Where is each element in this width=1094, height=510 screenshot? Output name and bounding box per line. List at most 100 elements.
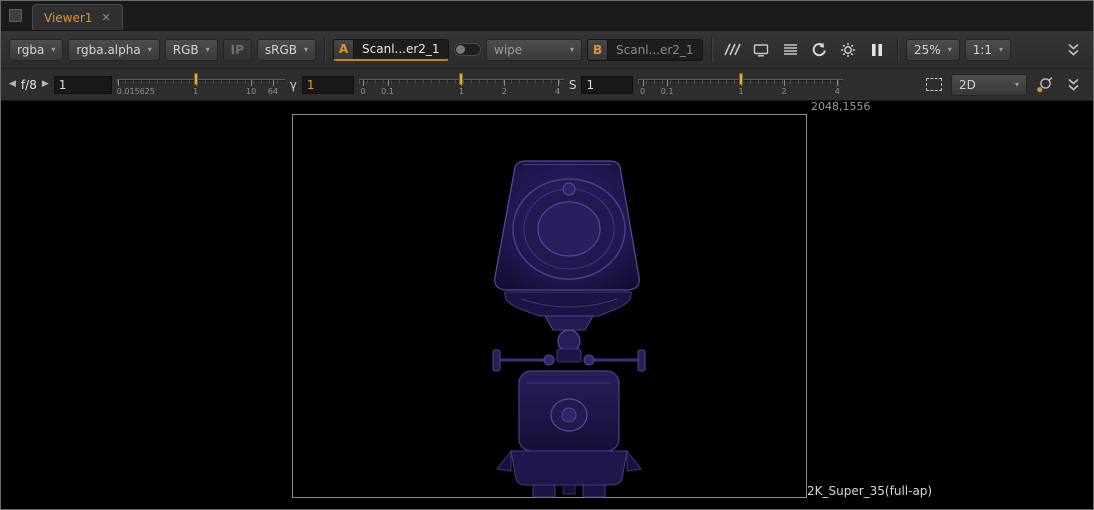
saturation-label: S xyxy=(569,78,577,92)
tick-label: 1 xyxy=(193,87,198,96)
channel-dropdown-label: rgba xyxy=(17,43,44,57)
chevron-down-icon: ▾ xyxy=(570,46,574,54)
b-input-group: B Scanl...er2_1 xyxy=(587,39,703,61)
chevron-down-icon: ▾ xyxy=(206,46,210,54)
slider-major-tick xyxy=(667,80,668,86)
tick-label: 0.1 xyxy=(381,87,394,96)
gain-slider-handle[interactable] xyxy=(194,73,198,85)
slider-major-tick xyxy=(251,80,252,86)
double-chevron-down-icon[interactable] xyxy=(1061,39,1085,61)
wipe-mode-label: wipe xyxy=(494,43,522,57)
b-buffer-badge[interactable]: B xyxy=(588,40,608,60)
gain-input[interactable] xyxy=(54,76,112,94)
gain-slider[interactable]: 0.015625 1 10 64 xyxy=(117,71,285,99)
proxy-mode-icon[interactable] xyxy=(720,39,744,61)
close-icon[interactable]: ✕ xyxy=(101,11,110,24)
view-mode-label: 2D xyxy=(959,78,976,92)
slider-major-tick xyxy=(643,80,644,86)
a-buffer-badge[interactable]: A xyxy=(334,40,354,59)
fstop-label: f/8 xyxy=(21,78,37,92)
pixel-aspect-label: 1:1 xyxy=(973,43,992,57)
tick-label: 0 xyxy=(640,87,645,96)
slider-major-tick xyxy=(363,80,364,86)
tab-bar: Viewer1 ✕ xyxy=(1,1,1093,31)
double-chevron-down-icon[interactable] xyxy=(1061,74,1085,96)
scanlines-icon[interactable] xyxy=(778,39,802,61)
zoom-level-label: 25% xyxy=(914,43,941,57)
display-mode-label: RGB xyxy=(173,43,199,57)
toggle-knob xyxy=(456,45,465,54)
pause-icon[interactable] xyxy=(865,39,889,61)
input-process-label: IP xyxy=(231,43,244,57)
chevron-down-icon: ▾ xyxy=(948,46,952,54)
pixel-aspect-dropdown[interactable]: 1:1 ▾ xyxy=(965,39,1011,61)
slider-major-tick xyxy=(504,80,505,86)
wipe-mode-dropdown[interactable]: wipe ▾ xyxy=(486,39,582,61)
gear-icon[interactable] xyxy=(836,39,860,61)
chevron-down-icon: ▾ xyxy=(51,46,55,54)
rendered-subject xyxy=(481,153,657,499)
view-mode-dropdown[interactable]: 2D ▾ xyxy=(951,74,1027,96)
slider-major-tick xyxy=(784,80,785,86)
slider-major-tick xyxy=(118,80,119,86)
tab-title: Viewer1 xyxy=(44,11,92,25)
tick-label: 2 xyxy=(781,87,786,96)
a-input-group: A Scanl...er2_1 xyxy=(333,39,449,61)
viewer-canvas[interactable]: 2048,1556 2K_Super_35(full-ap) xyxy=(1,101,1093,509)
gamma-slider-handle[interactable] xyxy=(459,73,463,85)
gamma-slider[interactable]: 0 0.1 1 2 4 xyxy=(359,71,564,99)
slider-major-tick xyxy=(388,80,389,86)
tick-label: 4 xyxy=(835,87,840,96)
display-mode-dropdown[interactable]: RGB ▾ xyxy=(165,39,218,61)
saturation-slider[interactable]: 0 0.1 1 2 4 xyxy=(638,71,843,99)
slider-major-tick xyxy=(837,80,838,86)
a-source-field[interactable]: Scanl...er2_1 xyxy=(354,40,448,59)
tick-label: 0.015625 xyxy=(117,87,155,96)
slider-major-tick xyxy=(273,80,274,86)
gamma-label: γ xyxy=(290,78,297,92)
roi-marquee-icon[interactable] xyxy=(922,74,946,96)
tick-label: 1 xyxy=(738,87,743,96)
viewer-window: Viewer1 ✕ rgba ▾ rgba.alpha ▾ RGB ▾ IP s… xyxy=(0,0,1094,510)
gamma-input[interactable] xyxy=(302,76,354,94)
alpha-channel-label: rgba.alpha xyxy=(76,43,140,57)
next-stop-arrow[interactable]: ▶ xyxy=(42,80,49,89)
slider-major-tick xyxy=(558,80,559,86)
chevron-down-icon: ▾ xyxy=(1015,81,1019,89)
viewer-toolbar-bottom: ◀ f/8 ▶ 0.015625 1 10 64 γ xyxy=(1,69,1093,101)
tick-label: 1 xyxy=(459,87,464,96)
saturation-slider-handle[interactable] xyxy=(739,73,743,85)
viewer-process-label: sRGB xyxy=(265,43,297,57)
saturation-input[interactable] xyxy=(581,76,633,94)
toolbar-separator xyxy=(711,38,712,62)
toolbar-separator xyxy=(897,38,898,62)
format-label: 2K_Super_35(full-ap) xyxy=(807,484,932,498)
chevron-down-icon: ▾ xyxy=(148,46,152,54)
resolution-label: 2048,1556 xyxy=(811,101,871,113)
refresh-icon[interactable] xyxy=(807,39,831,61)
tab-viewer1[interactable]: Viewer1 ✕ xyxy=(32,4,123,30)
pane-menu-icon[interactable] xyxy=(9,9,22,22)
tick-label: 2 xyxy=(502,87,507,96)
chevron-down-icon: ▾ xyxy=(304,46,308,54)
tick-label: 0 xyxy=(360,87,365,96)
zoom-level-dropdown[interactable]: 25% ▾ xyxy=(906,39,960,61)
viewer-process-dropdown[interactable]: sRGB ▾ xyxy=(257,39,316,61)
slider-minor-ticks xyxy=(117,80,285,84)
ab-swap-toggle[interactable] xyxy=(454,43,481,56)
tick-label: 64 xyxy=(268,87,278,96)
roi-marquee-box xyxy=(926,78,942,91)
monitor-out-icon[interactable] xyxy=(749,39,773,61)
b-source-field[interactable]: Scanl...er2_1 xyxy=(608,40,702,60)
tick-label: 4 xyxy=(555,87,560,96)
tick-label: 10 xyxy=(246,87,256,96)
alpha-channel-dropdown[interactable]: rgba.alpha ▾ xyxy=(68,39,159,61)
viewer-toolbar-top: rgba ▾ rgba.alpha ▾ RGB ▾ IP sRGB ▾ A Sc… xyxy=(1,31,1093,69)
color-sampler-icon[interactable] xyxy=(1032,74,1056,96)
prev-stop-arrow[interactable]: ◀ xyxy=(9,80,16,89)
tick-label: 0.1 xyxy=(661,87,674,96)
channel-dropdown[interactable]: rgba ▾ xyxy=(9,39,63,61)
input-process-button[interactable]: IP xyxy=(223,39,252,61)
toolbar-separator xyxy=(324,38,325,62)
chevron-down-icon: ▾ xyxy=(999,46,1003,54)
